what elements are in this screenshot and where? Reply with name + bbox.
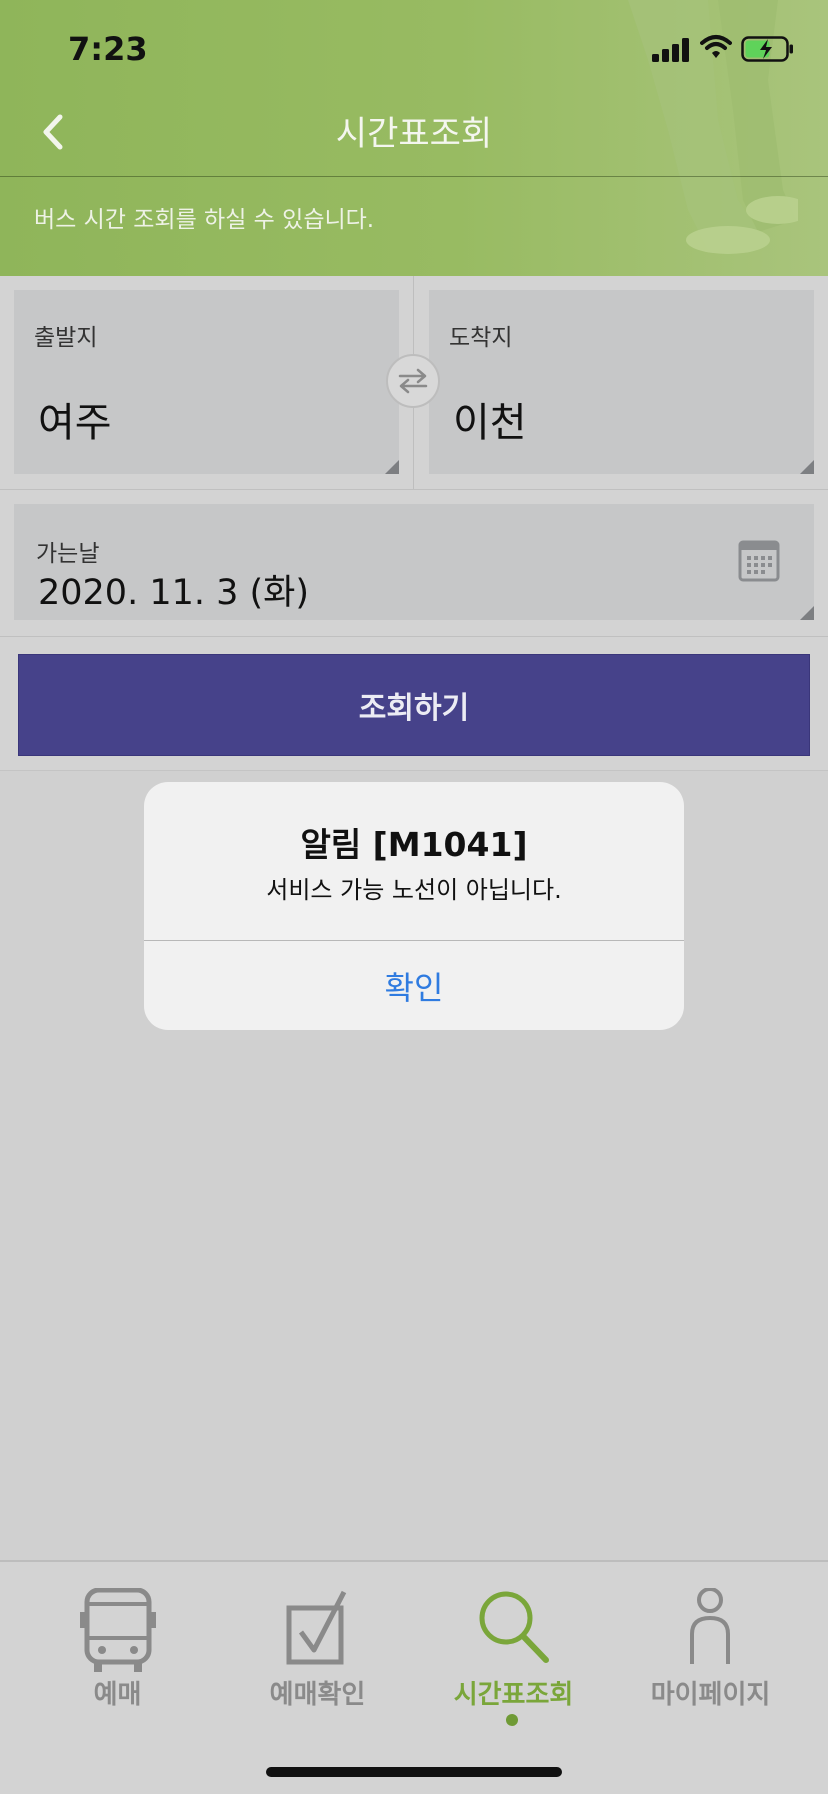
wifi-icon xyxy=(700,35,732,58)
departure-value: 여주 xyxy=(38,400,112,446)
tab-label: 마이페이지 xyxy=(650,1680,771,1710)
arrival-value: 이천 xyxy=(453,400,527,446)
date-label: 가는날 xyxy=(36,541,100,567)
dropdown-corner-icon xyxy=(800,460,814,474)
status-bar: 7:23 xyxy=(0,0,828,100)
date-value: 2020. 11. 3 (화) xyxy=(38,573,310,613)
tab-booking[interactable]: 예매 xyxy=(14,1562,221,1742)
calendar-icon[interactable] xyxy=(738,540,780,582)
alert-message: 서비스 가능 노선이 아닙니다. xyxy=(266,876,562,904)
arrival-field[interactable]: 도착지 이천 xyxy=(429,290,814,474)
row-divider xyxy=(0,636,828,637)
checkbox-icon xyxy=(286,1590,347,1665)
search-button[interactable]: 조회하기 xyxy=(18,654,810,756)
tab-label: 예매확인 xyxy=(269,1680,366,1710)
departure-label: 출발지 xyxy=(34,325,98,351)
alert-title: 알림 [M1041] xyxy=(300,825,528,864)
page-title: 시간표조회 xyxy=(335,114,493,154)
dropdown-corner-icon xyxy=(385,460,399,474)
person-icon xyxy=(690,1588,730,1664)
arrival-label: 도착지 xyxy=(449,325,513,351)
alert-dialog: 알림 [M1041] 서비스 가능 노선이 아닙니다. 확인 xyxy=(144,782,684,1030)
row-divider xyxy=(0,489,828,490)
dropdown-corner-icon xyxy=(800,606,814,620)
alert-confirm-button[interactable]: 확인 xyxy=(144,941,684,1030)
page-subtitle: 버스 시간 조회를 하실 수 있습니다. xyxy=(34,207,375,233)
tab-mypage[interactable]: 마이페이지 xyxy=(607,1562,814,1742)
status-time: 7:23 xyxy=(68,30,148,68)
date-field[interactable]: 가는날 2020. 11. 3 (화) xyxy=(14,504,814,620)
header-divider xyxy=(0,176,828,177)
header: 7:23 시간표조회 버스 시간 조회를 하실 수 있습니다. xyxy=(0,0,828,276)
search-icon xyxy=(479,1591,549,1663)
tab-label: 예매 xyxy=(93,1680,142,1710)
section-divider xyxy=(0,770,828,771)
bus-icon xyxy=(80,1588,156,1672)
departure-field[interactable]: 출발지 여주 xyxy=(14,290,399,474)
swap-stations-button[interactable] xyxy=(386,354,440,408)
tab-label: 시간표조회 xyxy=(453,1680,574,1710)
home-indicator xyxy=(266,1767,562,1777)
tab-booking-check[interactable]: 예매확인 xyxy=(214,1562,421,1742)
tab-bar: 예매 예매확인 시간표조회 마이페이지 xyxy=(0,1560,828,1794)
active-tab-indicator xyxy=(506,1714,518,1726)
cellular-signal-icon xyxy=(652,38,689,62)
battery-icon xyxy=(741,36,793,62)
swap-arrows-icon xyxy=(398,368,428,394)
